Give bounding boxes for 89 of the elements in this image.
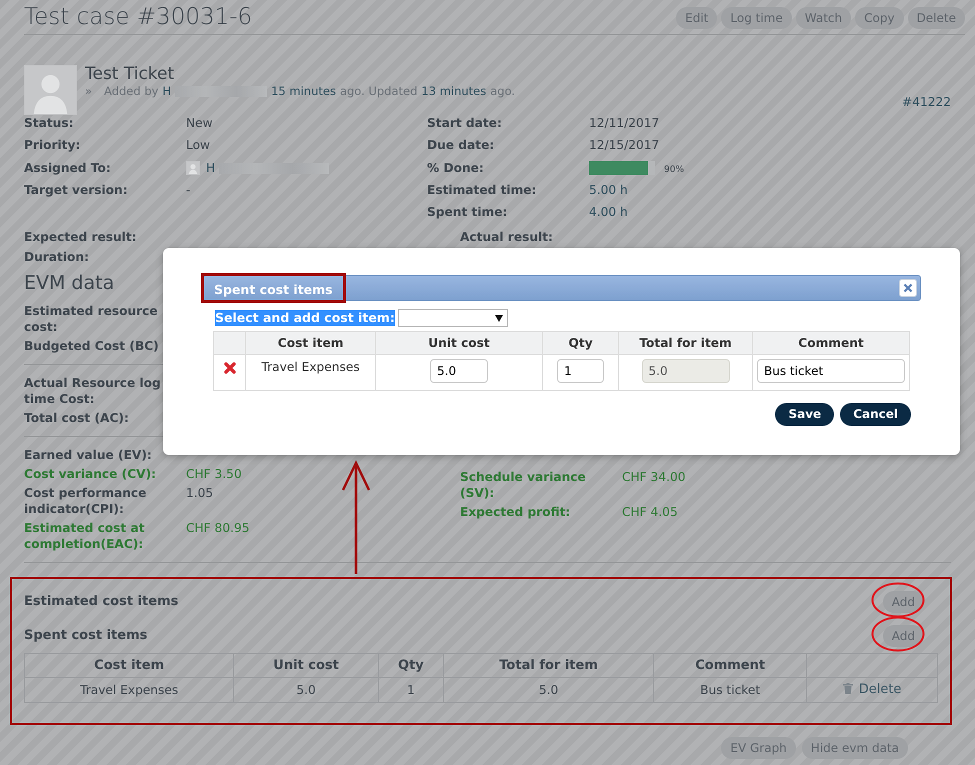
evm-label: Schedule variance (SV): bbox=[460, 468, 587, 501]
comment-field[interactable]: Bus ticket bbox=[757, 359, 905, 384]
field-label: Priority: bbox=[24, 138, 80, 152]
table-cell: Travel Expenses bbox=[246, 354, 376, 391]
evm-value: CHF 34.00 bbox=[622, 468, 686, 486]
meta-text: Added by bbox=[104, 84, 158, 100]
column-header: Qty bbox=[378, 653, 444, 678]
issue-subject: Test Ticket bbox=[85, 64, 176, 84]
table-cell: 5.0 bbox=[444, 678, 654, 702]
field-label: Due date: bbox=[427, 138, 494, 152]
footer-button[interactable]: EV Graph bbox=[721, 736, 796, 759]
evm-label: Budgeted Cost (BC) bbox=[24, 338, 160, 354]
user-avatar-icon bbox=[186, 161, 200, 176]
column-header: Unit cost bbox=[375, 332, 543, 355]
evm-label: Cost performance indicator(CPI): bbox=[24, 484, 148, 517]
evm-label: Actual Resource log time Cost: bbox=[24, 374, 162, 407]
unit-cost-field[interactable]: 5.0 bbox=[430, 359, 488, 384]
evm-value: CHF 3.50 bbox=[186, 466, 243, 482]
footer-button[interactable]: Hide evm data bbox=[802, 736, 908, 759]
close-icon bbox=[903, 283, 913, 293]
meta-link[interactable]: H bbox=[162, 84, 172, 100]
select-label: Select and add cost item: bbox=[215, 310, 395, 326]
add-button[interactable]: Add bbox=[882, 590, 924, 613]
column-header: Cost item bbox=[24, 653, 234, 678]
field-label: Estimated time: bbox=[427, 183, 536, 197]
bullet-mark: » bbox=[85, 84, 92, 100]
evm-label: Expected profit: bbox=[460, 504, 572, 520]
issue-number[interactable]: #41222 bbox=[902, 95, 951, 110]
close-button[interactable] bbox=[899, 279, 917, 297]
action-button[interactable]: Delete bbox=[908, 6, 965, 29]
field-label: Actual result: bbox=[460, 228, 553, 246]
assignee-link[interactable]: H bbox=[206, 160, 216, 175]
field-value: - bbox=[186, 182, 192, 198]
column-header: Comment bbox=[752, 332, 910, 355]
evm-label: Total cost (AC): bbox=[24, 410, 130, 426]
action-button[interactable]: Log time bbox=[721, 6, 792, 29]
field-label: Assigned To: bbox=[24, 160, 111, 175]
meta-text: ago. Updated bbox=[340, 84, 418, 100]
action-button[interactable]: Copy bbox=[855, 6, 904, 29]
evm-label: Estimated resource cost: bbox=[24, 302, 159, 335]
field-label: % Done: bbox=[427, 160, 484, 175]
evm-label: Earned value (EV): bbox=[24, 446, 153, 463]
evm-label: Estimated cost at completion(EAC): bbox=[24, 520, 146, 552]
field-label: Expected result: bbox=[24, 230, 137, 244]
qty-field[interactable]: 1 bbox=[557, 359, 604, 384]
field-value[interactable]: 4.00 h bbox=[589, 204, 951, 221]
table-cell: Travel Expenses bbox=[24, 678, 234, 702]
section-title: Estimated cost items bbox=[24, 592, 178, 610]
section-heading: EVM data bbox=[24, 272, 114, 295]
field-value[interactable]: 5.00 h bbox=[589, 182, 951, 198]
evm-value: CHF 4.05 bbox=[622, 504, 679, 520]
column-header: Comment bbox=[654, 653, 807, 678]
caret-icon bbox=[494, 314, 503, 322]
evm-value: 1.05 bbox=[186, 484, 214, 502]
field-value: Low bbox=[186, 137, 211, 154]
page-title: Test case #30031-6 bbox=[24, 4, 252, 32]
dialog-button[interactable]: Save bbox=[775, 403, 834, 426]
table-cell: 5.0 bbox=[234, 678, 378, 702]
meta-text: ago. bbox=[490, 84, 516, 100]
column-header: Qty bbox=[542, 332, 619, 355]
annotation-ellipse bbox=[870, 616, 925, 652]
table-cell: Bus ticket bbox=[654, 678, 807, 702]
field-label: Start date: bbox=[427, 116, 502, 130]
column-header: Total for item bbox=[444, 653, 654, 678]
avatar-icon bbox=[24, 64, 77, 115]
trash-icon bbox=[842, 683, 853, 694]
column-header: Unit cost bbox=[234, 653, 378, 678]
meta-link[interactable]: 15 minutes bbox=[271, 84, 336, 100]
annotation-ellipse bbox=[870, 582, 925, 618]
meta-link[interactable]: 13 minutes bbox=[421, 84, 486, 100]
dialog-title: Spent cost items bbox=[201, 273, 346, 303]
evm-label: Cost variance (CV): bbox=[24, 466, 158, 482]
progress-percent: 90% bbox=[664, 164, 684, 175]
field-value: New bbox=[186, 114, 214, 132]
table-cell: 1 bbox=[378, 678, 444, 702]
field-value: 12/11/2017 bbox=[589, 114, 660, 132]
field-label: Duration: bbox=[24, 250, 89, 264]
section-title: Spent cost items bbox=[24, 626, 148, 644]
field-value: 12/15/2017 bbox=[589, 137, 660, 154]
field-label: Spent time: bbox=[427, 205, 508, 220]
column-header: Cost item bbox=[246, 332, 376, 355]
column-header: Total for item bbox=[618, 332, 752, 355]
evm-value: CHF 80.95 bbox=[186, 520, 250, 537]
action-button[interactable]: Watch bbox=[796, 6, 852, 29]
action-button[interactable]: Edit bbox=[676, 6, 718, 29]
dialog-button[interactable]: Cancel bbox=[840, 403, 911, 426]
field-label: Target version: bbox=[24, 183, 128, 197]
field-label: Status: bbox=[24, 116, 74, 130]
add-button[interactable]: Add bbox=[882, 624, 924, 647]
